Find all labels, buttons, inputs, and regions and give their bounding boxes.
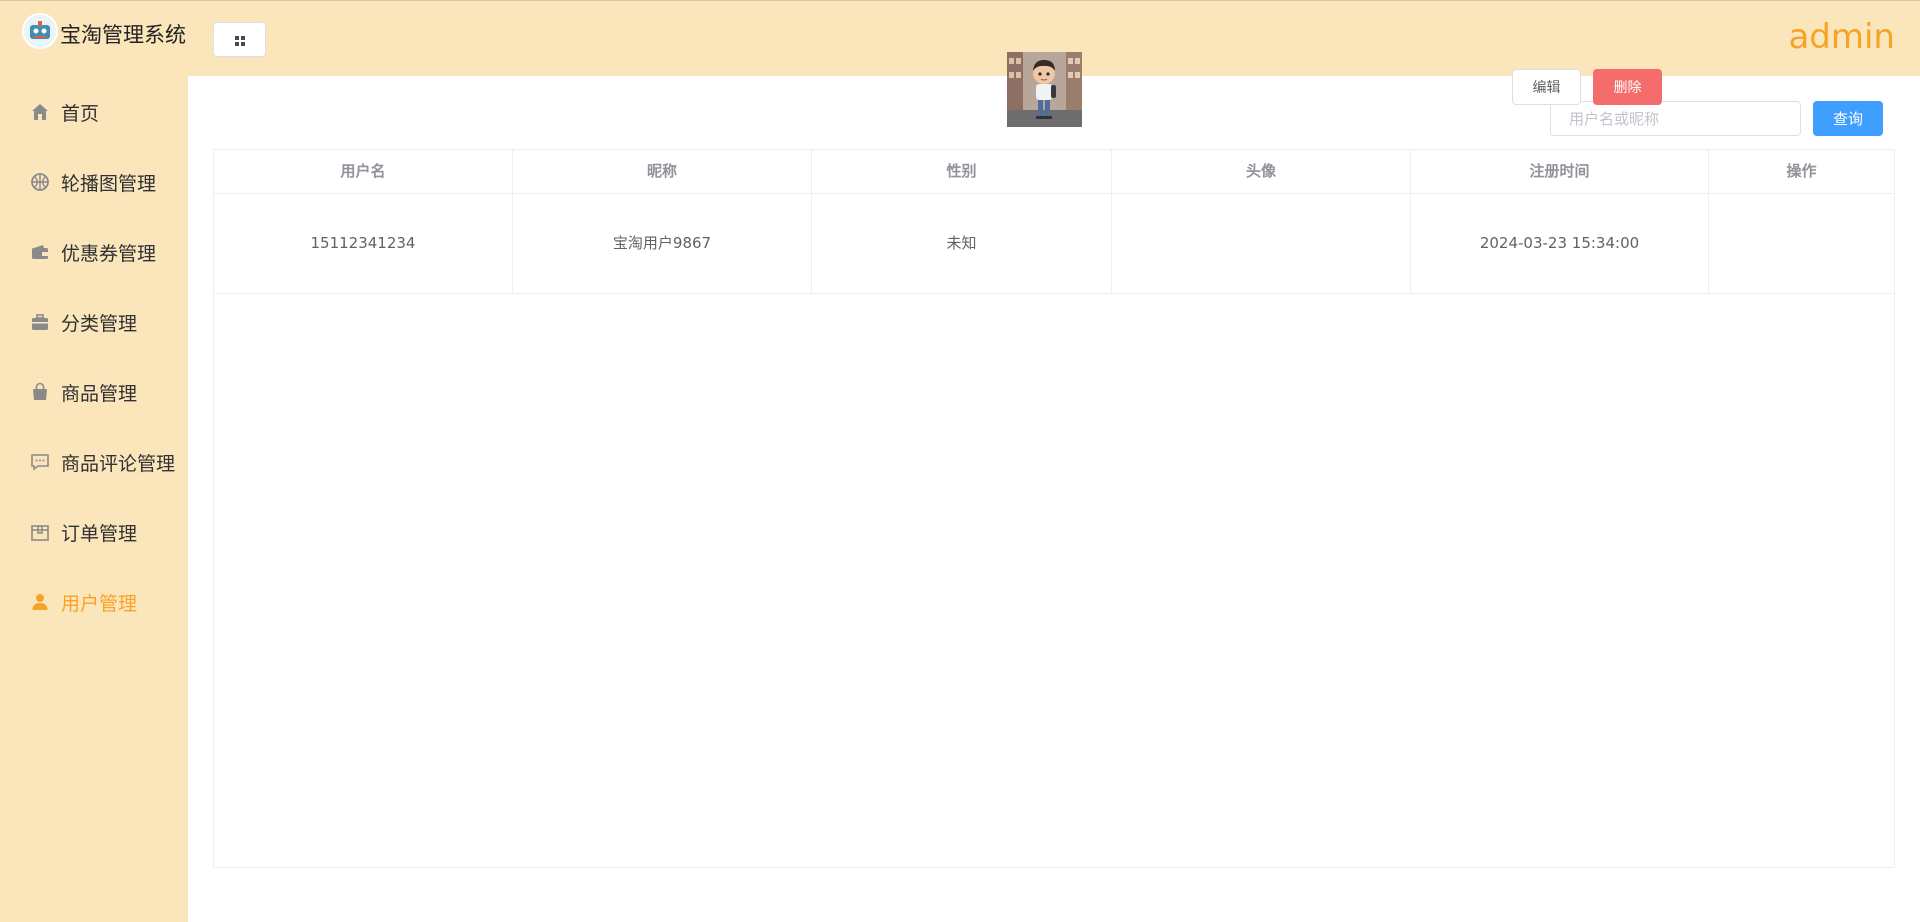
- briefcase-icon: [30, 312, 50, 332]
- column-header: 用户名: [214, 150, 513, 193]
- sidebar-item-users[interactable]: 用户管理: [0, 566, 188, 636]
- sidebar-item-label: 轮播图管理: [61, 173, 157, 195]
- wallet-icon: [30, 242, 50, 262]
- sidebar-item-label: 订单管理: [61, 523, 138, 545]
- username-cell: 15112341234: [214, 194, 513, 293]
- column-header: 头像: [1112, 150, 1411, 193]
- sidebar-item-label: 用户管理: [61, 593, 138, 615]
- column-header: 昵称: [513, 150, 812, 193]
- sidebar-item-label: 商品评论管理: [61, 453, 176, 475]
- app-logo: [22, 13, 58, 49]
- sidebar-item-products[interactable]: 商品管理: [0, 356, 188, 426]
- sidebar-item-reviews[interactable]: 商品评论管理: [0, 426, 188, 496]
- sidebar-item-carousel[interactable]: 轮播图管理: [0, 146, 188, 216]
- sidebar-item-label: 首页: [61, 103, 100, 125]
- chat-icon: [30, 452, 50, 472]
- edit-button[interactable]: 编辑: [1512, 69, 1581, 105]
- register-time-cell: 2024-03-23 15:34:00: [1411, 194, 1709, 293]
- gender-cell: 未知: [812, 194, 1112, 293]
- column-header: 操作: [1786, 162, 1817, 180]
- sidebar-item-home[interactable]: 首页: [0, 76, 188, 146]
- app-title: 宝淘管理系统: [60, 23, 186, 47]
- avatar-cell: [1112, 194, 1411, 293]
- sidebar: 首页 轮播图管理 优惠券管理 分类管理 商品管理 商品评论管理 订单管理 用户管…: [0, 76, 188, 922]
- user-avatar: [1007, 52, 1082, 127]
- sidebar-item-label: 优惠券管理: [61, 243, 157, 265]
- menu-toggle-button[interactable]: [213, 22, 266, 57]
- sidebar-item-categories[interactable]: 分类管理: [0, 286, 188, 356]
- table-row: 15112341234 宝淘用户9867 未知 2024-03-23 15:34…: [214, 194, 1894, 294]
- sidebar-item-label: 分类管理: [61, 313, 138, 335]
- actions-cell: [1709, 194, 1894, 293]
- current-user[interactable]: admin: [1788, 17, 1895, 57]
- top-bar: 宝淘管理系统 admin: [0, 0, 1920, 76]
- users-table: 用户名 昵称 性别 头像 注册时间 操作 15112341234 宝淘用户986…: [213, 149, 1895, 868]
- home-icon: [30, 102, 50, 122]
- basketball-icon: [30, 172, 50, 192]
- column-header: 注册时间: [1411, 150, 1709, 193]
- user-icon: [30, 592, 50, 612]
- box-icon: [30, 522, 50, 542]
- nickname-cell: 宝淘用户9867: [513, 194, 812, 293]
- sidebar-item-coupons[interactable]: 优惠券管理: [0, 216, 188, 286]
- search-input[interactable]: [1550, 101, 1801, 136]
- grid-icon: [235, 36, 245, 46]
- sidebar-item-orders[interactable]: 订单管理: [0, 496, 188, 566]
- search-button[interactable]: 查询: [1813, 101, 1883, 136]
- shopping-bag-icon: [30, 382, 50, 402]
- sidebar-item-label: 商品管理: [61, 383, 138, 405]
- table-header: 用户名 昵称 性别 头像 注册时间 操作: [214, 150, 1894, 194]
- column-header: 性别: [812, 150, 1112, 193]
- delete-button[interactable]: 删除: [1593, 69, 1662, 105]
